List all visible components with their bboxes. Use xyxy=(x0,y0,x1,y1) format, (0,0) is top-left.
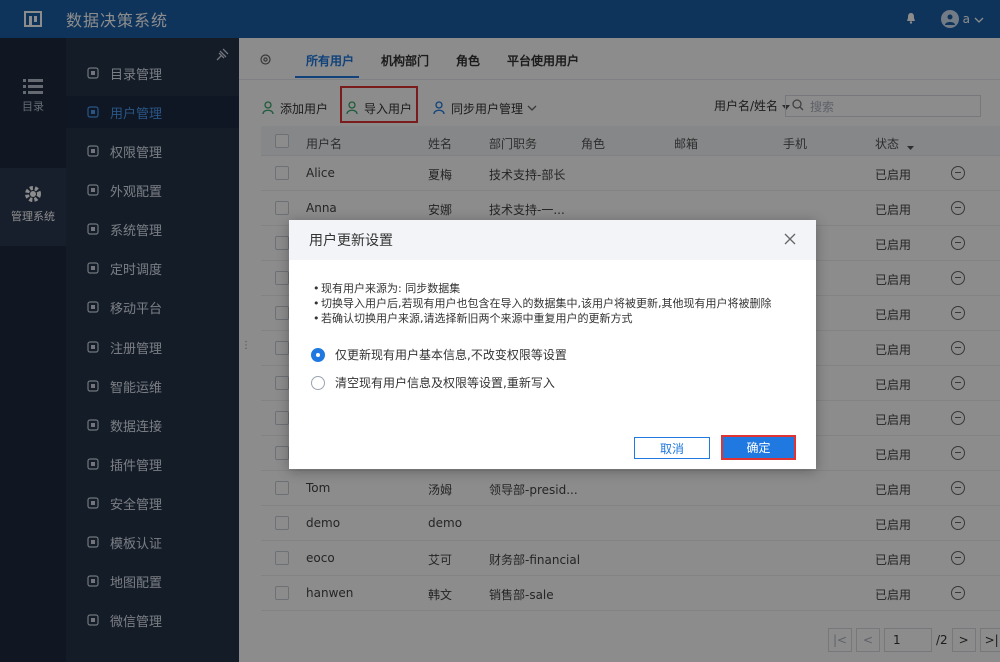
dialog-title: 用户更新设置 xyxy=(309,233,393,249)
radio-selected[interactable] xyxy=(311,347,325,362)
confirm-button[interactable]: 确定 xyxy=(721,435,796,460)
option-update-basic[interactable]: 仅更新现有用户基本信息,不改变权限等设置 xyxy=(311,346,567,363)
note-item: 若确认切换用户来源,请选择新旧两个来源中重复用户的更新方式 xyxy=(313,311,772,326)
user-update-dialog: 用户更新设置 现有用户来源为: 同步数据集 切换导入用户后,若现有用户也包含在导… xyxy=(289,220,816,469)
dialog-header: 用户更新设置 xyxy=(289,220,816,260)
note-item: 切换导入用户后,若现有用户也包含在导入的数据集中,该用户将被更新,其他现有用户将… xyxy=(313,296,772,311)
option-label: 仅更新现有用户基本信息,不改变权限等设置 xyxy=(335,348,567,362)
dialog-notes: 现有用户来源为: 同步数据集 切换导入用户后,若现有用户也包含在导入的数据集中,… xyxy=(313,281,772,326)
option-label: 清空现有用户信息及权限等设置,重新写入 xyxy=(335,376,555,390)
note-item: 现有用户来源为: 同步数据集 xyxy=(313,281,772,296)
close-icon[interactable] xyxy=(784,233,796,248)
cancel-button[interactable]: 取消 xyxy=(634,437,710,459)
option-clear-rewrite[interactable]: 清空现有用户信息及权限等设置,重新写入 xyxy=(311,374,555,391)
radio-unselected[interactable] xyxy=(311,375,325,390)
